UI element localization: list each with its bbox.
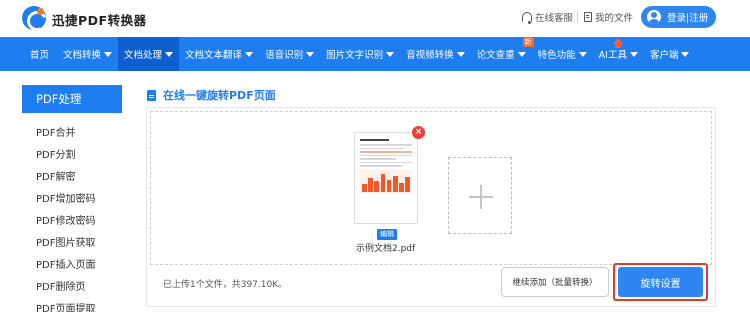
nav-doc-convert[interactable]: 文档转换 (57, 37, 118, 71)
caret-down-icon (165, 51, 174, 57)
my-files-label: 我的文件 (595, 13, 634, 24)
thumb-bar (399, 182, 404, 192)
nav-label: 语音识别 (265, 50, 304, 61)
nav-home[interactable]: 首页 (22, 37, 57, 71)
thumb-bar (405, 176, 410, 192)
thumb-text-line (360, 165, 402, 167)
upload-panel: × 编辑 示例文档2.pdf 已上传1个文件，共397.10K。 继续添加（批量… (146, 107, 716, 307)
top-header: 迅捷PDF转换器 在线客服 我的文件 登录|注册 (0, 0, 750, 36)
caret-down-icon (386, 51, 395, 57)
caret-down-icon (456, 51, 465, 57)
thumb-text-line (360, 158, 397, 160)
file-name: 示例文档2.pdf (356, 244, 416, 254)
sidebar-item-insert-page[interactable]: PDF插入页面 (36, 256, 95, 271)
nav-label: 论文查重 (476, 50, 515, 61)
nav-ocr[interactable]: 图片文字识别 (320, 37, 400, 71)
logo-icon[interactable] (22, 6, 46, 30)
headset-icon (522, 12, 532, 24)
thumb-text-line (360, 161, 412, 163)
rotate-settings-button[interactable]: 旋转设置 (618, 267, 703, 297)
thumb-bar (374, 180, 380, 192)
nav-label: 首页 (30, 50, 50, 61)
caret-down-icon (681, 51, 690, 57)
nav-ai-tools[interactable]: AI工具 (593, 37, 644, 71)
nav-thesis-check[interactable]: 论文查重 新 (471, 37, 534, 71)
nav-label: 客户端 (649, 50, 679, 61)
sidebar-item-delete-page[interactable]: PDF删除页 (36, 278, 85, 293)
caret-down-icon (517, 51, 526, 57)
upload-status-text: 已上传1个文件，共397.10K。 (163, 280, 288, 290)
sidebar-title: PDF处理 (22, 85, 122, 113)
thumb-text-line (360, 154, 412, 156)
nav-label: 文档文本翻译 (185, 50, 243, 61)
nav-doc-process[interactable]: 文档处理 (118, 37, 180, 71)
nav-av-convert[interactable]: 音视频转换 (400, 37, 471, 71)
nav-label: 文档处理 (124, 50, 163, 61)
thumb-bar (368, 177, 373, 192)
sidebar-item-add-password[interactable]: PDF增加密码 (36, 190, 95, 205)
nav-speech[interactable]: 语音识别 (259, 37, 320, 71)
remove-file-button[interactable]: × (412, 126, 425, 139)
thumb-text-line (360, 144, 412, 146)
caret-down-icon (104, 51, 113, 57)
thumb-chart (360, 169, 412, 194)
plus-icon-vertical (480, 185, 482, 209)
main-heading: 在线一键旋转PDF页面 (147, 87, 276, 103)
nav-label: 音视频转换 (406, 50, 454, 61)
document-icon (584, 12, 592, 22)
thumb-highlight-line (360, 151, 412, 153)
edit-file-button[interactable]: 编辑 (377, 229, 397, 240)
document-icon (147, 89, 156, 101)
user-avatar-icon (647, 10, 661, 24)
my-files-link[interactable]: 我的文件 (584, 10, 633, 24)
pdf-thumbnail[interactable] (354, 132, 418, 224)
thumb-bar (380, 173, 386, 192)
file-dropzone[interactable]: × 编辑 示例文档2.pdf (150, 111, 712, 265)
continue-add-button[interactable]: 继续添加（批量转换） (501, 267, 609, 297)
sidebar-item-decrypt[interactable]: PDF解密 (36, 168, 75, 183)
nav-translate[interactable]: 文档文本翻译 (179, 37, 259, 71)
page-title: 在线一键旋转PDF页面 (163, 89, 276, 102)
thumb-bar (392, 175, 398, 192)
thumb-heading-line (360, 139, 389, 141)
rotate-button-highlight: 旋转设置 (613, 263, 708, 301)
sidebar-item-change-password[interactable]: PDF修改密码 (36, 212, 95, 227)
hot-icon (613, 38, 624, 48)
online-service-label: 在线客服 (535, 13, 574, 24)
caret-down-icon (245, 51, 254, 57)
sidebar-list: PDF合并 PDF分割 PDF解密 PDF增加密码 PDF修改密码 PDF图片获… (22, 113, 122, 312)
caret-down-icon (629, 51, 638, 57)
thumb-text-line (360, 147, 405, 149)
brand-name[interactable]: 迅捷PDF转换器 (52, 10, 147, 29)
nav-client[interactable]: 客户端 (644, 37, 696, 71)
nav-label: AI工具 (598, 50, 627, 61)
thumb-bar (362, 183, 367, 192)
sidebar-item-split[interactable]: PDF分割 (36, 146, 75, 161)
caret-down-icon (306, 51, 315, 57)
sidebar-item-extract-images[interactable]: PDF图片获取 (36, 234, 95, 249)
sidebar-item-merge[interactable]: PDF合并 (36, 124, 75, 139)
main-nav: 首页 文档转换 文档处理 文档文本翻译 语音识别 图片文字识别 音视频转换 论文… (0, 37, 750, 71)
nav-label: 特色功能 (537, 50, 576, 61)
header-divider (577, 11, 578, 23)
caret-down-icon (578, 51, 587, 57)
nav-label: 图片文字识别 (326, 50, 384, 61)
login-register-button[interactable]: 登录|注册 (641, 6, 716, 28)
thumb-bar (386, 179, 392, 192)
sidebar-item-extract-page[interactable]: PDF页面提取 (36, 300, 95, 312)
online-service-link[interactable]: 在线客服 (522, 10, 573, 24)
add-file-button[interactable] (448, 157, 512, 234)
nav-label: 文档转换 (63, 50, 102, 61)
nav-featured[interactable]: 特色功能 (532, 37, 593, 71)
login-register-label: 登录|注册 (667, 13, 709, 24)
